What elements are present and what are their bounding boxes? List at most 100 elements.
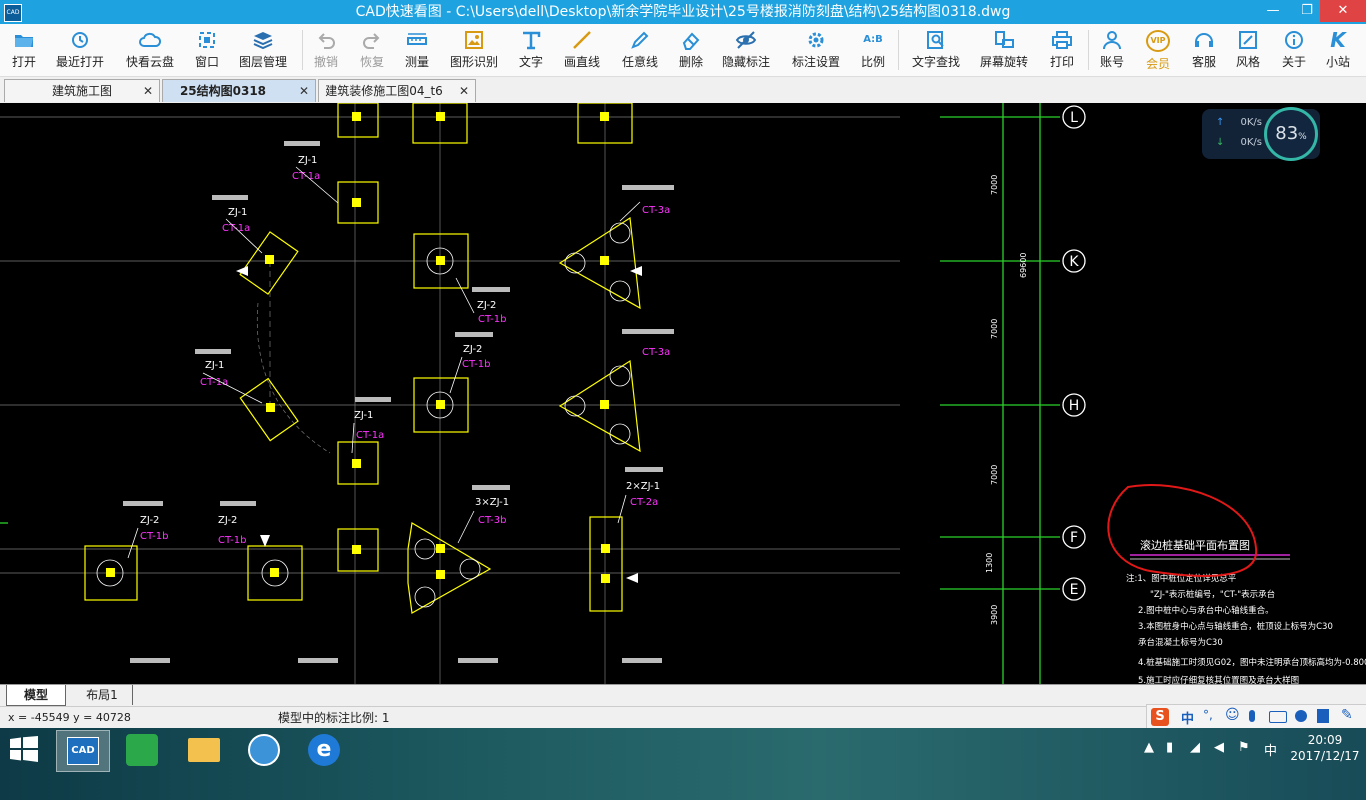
about-button[interactable]: 关于 [1276,26,1312,74]
tab-close-icon[interactable]: ✕ [459,80,469,102]
microphone-icon[interactable] [1249,710,1255,722]
drawing-note: 5.施工时应仔细复核其位置图及承台大样图 [1138,675,1299,684]
recent-icon [72,32,88,48]
text-search-button[interactable]: 文字查找 [908,26,964,74]
tab-close-icon[interactable]: ✕ [299,80,309,102]
customer-service-button[interactable]: 客服 [1186,26,1222,74]
cloud-drive-button[interactable]: 快看云盘 [120,26,180,74]
tray-overflow-icon[interactable]: ▲ [1144,740,1154,755]
tab-building-construction[interactable]: 建筑施工图 ✕ [4,79,160,102]
dimension-text: 7000 [990,175,999,195]
vip-button[interactable]: VIP 会员 [1140,26,1176,74]
ime-toolbar[interactable]: S 中 °, ☺ ✎ [1146,704,1366,730]
drawing-canvas[interactable]: L K H F E 7000 7000 7000 1300 3900 69600… [0,103,1366,684]
hide-annotation-button[interactable]: 隐藏标注 [718,26,774,74]
windows-start-icon[interactable] [10,736,38,762]
general-notes: 滚边桩基础平面布置图 注:1、图中桩位定位详见总平 "ZJ-"表示桩编号，"CT… [1126,538,1366,684]
ime-mode-indicator[interactable]: 中 [1181,708,1194,727]
folder-open-icon [15,35,33,47]
grid-bubble-labels: L K H F E [1069,110,1080,598]
undo-button[interactable]: 撤销 [308,26,344,74]
axis-lines [0,103,1060,684]
volume-icon[interactable]: ◀ [1214,740,1224,755]
delete-button[interactable]: 删除 [674,26,708,74]
sogou-logo-icon: S [1151,708,1169,726]
ime-punctuation-indicator[interactable]: °, [1203,708,1213,722]
taskbar-app-globe[interactable] [238,730,290,770]
taskbar-cad-viewer[interactable]: CAD [56,730,110,772]
dimension-text: 1300 [985,553,994,573]
tab-close-icon[interactable]: ✕ [143,80,153,102]
rotate-screen-button[interactable]: 屏幕旋转 [976,26,1032,74]
tab-model[interactable]: 模型 [6,685,66,706]
drawing-note: 承台混凝土标号为C30 [1138,637,1223,648]
taskbar-ime-indicator[interactable]: 中 [1264,740,1277,759]
ie-icon: e [308,734,340,766]
tab-layout1[interactable]: 布局1 [72,685,133,705]
skin-icon[interactable] [1295,710,1307,722]
close-button[interactable]: ✕ [1320,0,1366,22]
rotate-screen-icon [995,31,1014,48]
title-bar: CAD CAD快速看图 - C:\Users\dell\Desktop\新余学院… [0,0,1366,24]
grid-bubbles [1062,105,1086,601]
annotation-settings-button[interactable]: 标注设置 [788,26,844,74]
draw-line-button[interactable]: 画直线 [560,26,604,74]
keyboard-icon[interactable] [1269,711,1287,723]
wrench-icon[interactable]: ✎ [1341,707,1353,723]
dimension-text: 7000 [990,319,999,339]
window-button[interactable]: 窗口 [188,26,226,74]
text-button[interactable]: 文字 [514,26,548,74]
recent-open-button[interactable]: 最近打开 [50,26,110,74]
shape-recognition-button[interactable]: 图形识别 [446,26,502,74]
freehand-line-button[interactable]: 任意线 [618,26,662,74]
restore-button[interactable]: ❐ [1290,0,1324,22]
download-speed: 0K/s [1240,137,1263,148]
app-tile-icon [126,734,158,766]
style-button[interactable]: 风格 [1230,26,1266,74]
cap-labels: CT-1a CT-1a CT-1a CT-1a CT-1b CT-1b CT-1… [140,171,670,546]
shape-recognize-icon [465,31,483,49]
toolbar-separator [302,30,303,70]
system-clock[interactable]: 20:09 2017/12/17 [1290,732,1360,764]
tray-device-icon[interactable]: ▮ [1166,740,1173,755]
measure-button[interactable]: 测量 [398,26,436,74]
style-icon [1239,31,1257,49]
drawing-note: "ZJ-"表示桩编号，"CT-"表示承台 [1150,589,1275,600]
open-button[interactable]: 打开 [2,26,46,74]
cad-app-icon: CAD [67,737,99,765]
pile-cap-label: CT-2a [630,497,658,508]
tab-structure-drawing[interactable]: 25结构图0318 ✕ [162,79,316,102]
annotation-settings-icon [808,32,824,48]
toolbar-separator [1088,30,1089,70]
file-tab-bar: 建筑施工图 ✕ 25结构图0318 ✕ 建筑装修施工图04_t6 ✕ [0,77,1366,104]
cad-drawing: L K H F E 7000 7000 7000 1300 3900 69600… [0,103,1366,684]
scale-button[interactable]: A:B 比例 [856,26,890,74]
taskbar-app-green[interactable] [116,730,168,770]
emoji-icon[interactable]: ☺ [1225,707,1240,723]
taskbar-internet-explorer[interactable]: e [298,730,350,770]
vip-icon: VIP [1146,30,1170,52]
window-title: CAD快速看图 - C:\Users\dell\Desktop\新余学院毕业设计… [355,4,1011,20]
redo-button[interactable]: 恢复 [354,26,390,74]
info-icon [1285,31,1303,49]
network-speed-widget[interactable]: ↑ 0K/s ↓ 0K/s 83% [1202,107,1320,161]
tab-decoration-drawing[interactable]: 建筑装修施工图04_t6 ✕ [318,79,476,102]
pile-cap-label: CT-3a [642,205,670,216]
memory-usage-gauge: 83% [1264,107,1318,161]
cloud-icon [139,32,161,47]
account-button[interactable]: 账号 [1094,26,1130,74]
print-button[interactable]: 打印 [1044,26,1080,74]
minimize-button[interactable]: — [1256,0,1290,22]
eraser-icon [682,32,700,50]
pen-icon [631,31,649,49]
taskbar-file-explorer[interactable] [178,730,230,770]
shirt-icon[interactable] [1317,709,1329,723]
dimension-text: 3900 [990,605,999,625]
text-search-icon [927,31,944,49]
mini-site-button[interactable]: K 小站 [1320,26,1356,74]
text-icon [523,31,541,50]
signal-icon[interactable]: ◢ [1190,740,1200,755]
flag-icon[interactable]: ⚑ [1238,740,1250,755]
user-icon [1103,31,1121,50]
layer-manager-button[interactable]: 图层管理 [234,26,292,74]
